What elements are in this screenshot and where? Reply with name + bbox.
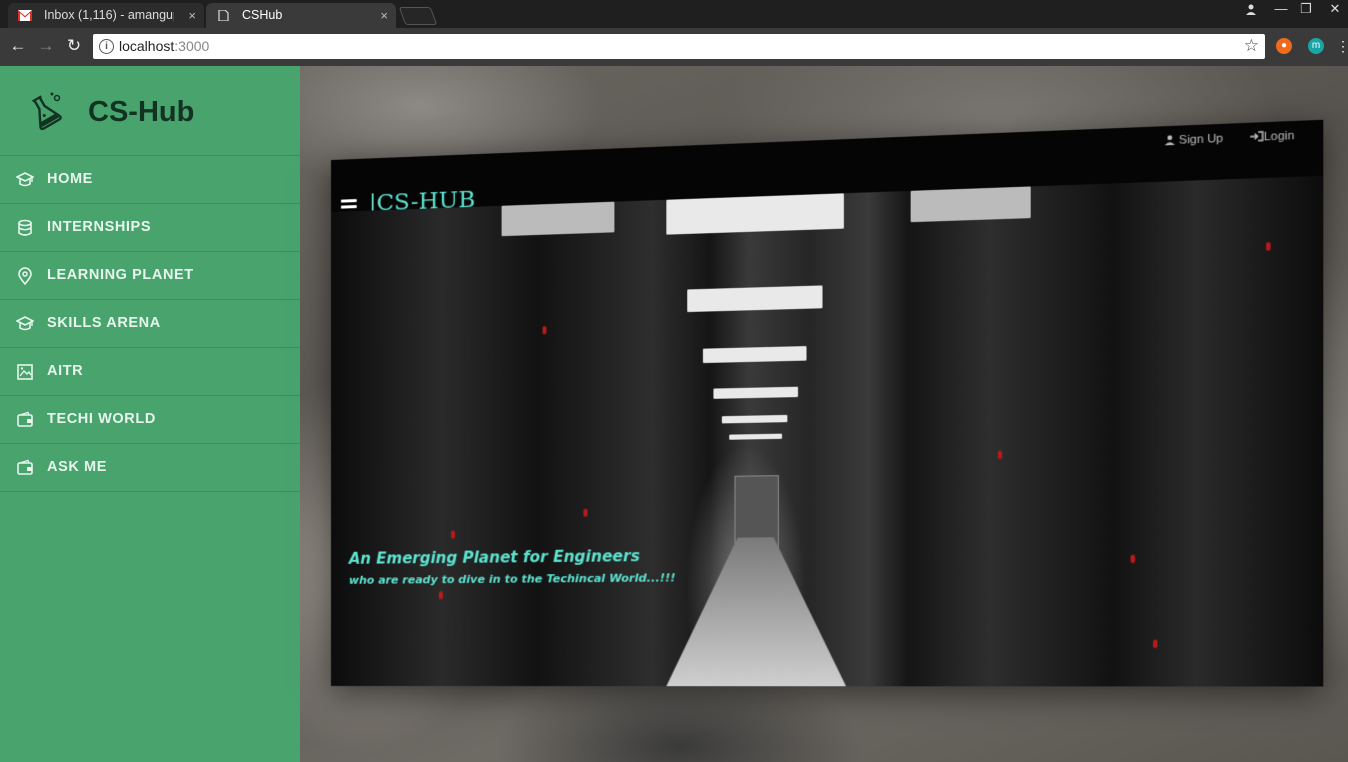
sidebar-item-internships[interactable]: INTERNSHIPS	[0, 204, 300, 252]
server-led	[1152, 639, 1158, 649]
tab-cshub[interactable]: CSHub ×	[206, 3, 396, 28]
profile-icon[interactable]	[1240, 0, 1262, 18]
login-link[interactable]: Login	[1250, 129, 1295, 145]
ceiling-light	[910, 186, 1031, 223]
server-led	[997, 450, 1003, 460]
close-tab-icon[interactable]: ×	[380, 3, 388, 28]
page: CS-Hub HOME INTERNSHIPS LEARNING PLANET …	[0, 66, 1348, 762]
minimize-button[interactable]: —	[1272, 0, 1290, 18]
ceiling-light	[713, 386, 799, 399]
url-port: :3000	[174, 38, 210, 54]
server-led	[583, 508, 588, 517]
graduation-cap-icon	[16, 316, 34, 331]
hero-tagline: An Emerging Planet for Engineers who are…	[349, 547, 676, 587]
sign-in-icon	[1250, 131, 1264, 142]
ceiling-light	[501, 201, 615, 237]
tab-title: Inbox (1,116) - amangup	[44, 8, 174, 22]
graduation-cap-icon	[16, 172, 34, 187]
corridor-floor	[666, 536, 846, 686]
sidebar-nav: HOME INTERNSHIPS LEARNING PLANET SKILLS …	[0, 156, 300, 492]
hero-image-server-room	[331, 175, 1324, 687]
browser-toolbar: ← → ↻ i localhost:3000 ☆ ● m ⋮	[0, 28, 1348, 66]
sidebar-item-label: ASK ME	[47, 459, 107, 475]
sidebar-item-skills-arena[interactable]: SKILLS ARENA	[0, 300, 300, 348]
reload-icon[interactable]: ↻	[64, 36, 84, 56]
database-icon	[18, 219, 32, 236]
sidebar-item-label: INTERNSHIPS	[47, 219, 152, 235]
close-window-button[interactable]: ✕	[1322, 0, 1348, 18]
ceiling-light	[687, 285, 823, 313]
sidebar-item-label: SKILLS ARENA	[47, 315, 161, 331]
server-led	[542, 326, 547, 335]
sign-up-label: Sign Up	[1178, 132, 1224, 147]
flask-icon	[32, 92, 62, 131]
back-icon[interactable]: ←	[8, 36, 28, 56]
url-host: localhost	[119, 38, 175, 54]
tab-title: CSHub	[242, 8, 283, 22]
tagline-subtitle: who are ready to dive in to the Techinca…	[348, 571, 676, 587]
page-icon	[218, 10, 229, 21]
image-icon	[17, 364, 33, 380]
map-pin-icon	[18, 267, 32, 285]
sidebar-item-aitr[interactable]: AITR	[0, 348, 300, 396]
ceiling-light	[729, 433, 783, 440]
bookmark-star-icon[interactable]: ☆	[1244, 36, 1259, 56]
ceiling-light	[702, 346, 807, 364]
sidebar-item-label: HOME	[47, 171, 93, 187]
wallet-icon	[17, 459, 33, 475]
menu-kebab-icon[interactable]: ⋮	[1336, 36, 1348, 56]
sidebar-item-techi-world[interactable]: TECHI WORLD	[0, 396, 300, 444]
extension-icon[interactable]: ●	[1276, 38, 1292, 54]
tagline-title: An Emerging Planet for Engineers	[348, 546, 640, 568]
sidebar-item-label: LEARNING PLANET	[47, 267, 194, 283]
server-led	[450, 530, 455, 539]
sign-up-link[interactable]: Sign Up	[1164, 132, 1223, 147]
gmail-icon	[18, 10, 32, 21]
sidebar-item-label: TECHI WORLD	[47, 411, 156, 427]
sidebar-item-label: AITR	[47, 363, 84, 379]
forward-icon[interactable]: →	[36, 36, 56, 56]
url-text: localhost:3000	[119, 38, 209, 54]
restore-button[interactable]: ❐	[1297, 0, 1315, 18]
server-led	[1266, 242, 1271, 251]
sidebar-item-home[interactable]: HOME	[0, 156, 300, 204]
info-icon[interactable]: i	[99, 39, 114, 54]
extension-m-icon[interactable]: m	[1308, 38, 1324, 54]
user-icon	[1164, 135, 1175, 146]
brand-name: CS-Hub	[88, 96, 195, 128]
sidebar-item-learning-planet[interactable]: LEARNING PLANET	[0, 252, 300, 300]
close-tab-icon[interactable]: ×	[188, 3, 196, 28]
ceiling-light	[666, 193, 844, 235]
new-tab-button[interactable]	[398, 7, 438, 25]
sidebar-item-ask-me[interactable]: ASK ME	[0, 444, 300, 492]
server-led	[438, 591, 443, 600]
tab-inbox[interactable]: Inbox (1,116) - amangup ×	[8, 3, 204, 28]
login-label: Login	[1263, 129, 1295, 144]
wallet-icon	[17, 411, 33, 427]
preview-panel[interactable]: |CS-HUB Sign Up Login An Emerging Planet…	[331, 119, 1324, 687]
address-bar[interactable]: i localhost:3000 ☆	[93, 34, 1265, 59]
sidebar-brand[interactable]: CS-Hub	[0, 66, 300, 156]
ceiling-light	[721, 414, 788, 424]
server-led	[1130, 554, 1136, 564]
preview-panel-wrapper: |CS-HUB Sign Up Login An Emerging Planet…	[331, 119, 1324, 687]
sidebar: CS-Hub HOME INTERNSHIPS LEARNING PLANET …	[0, 66, 300, 762]
browser-tab-bar: Inbox (1,116) - amangup × CSHub × — ❐ ✕	[0, 0, 1348, 28]
